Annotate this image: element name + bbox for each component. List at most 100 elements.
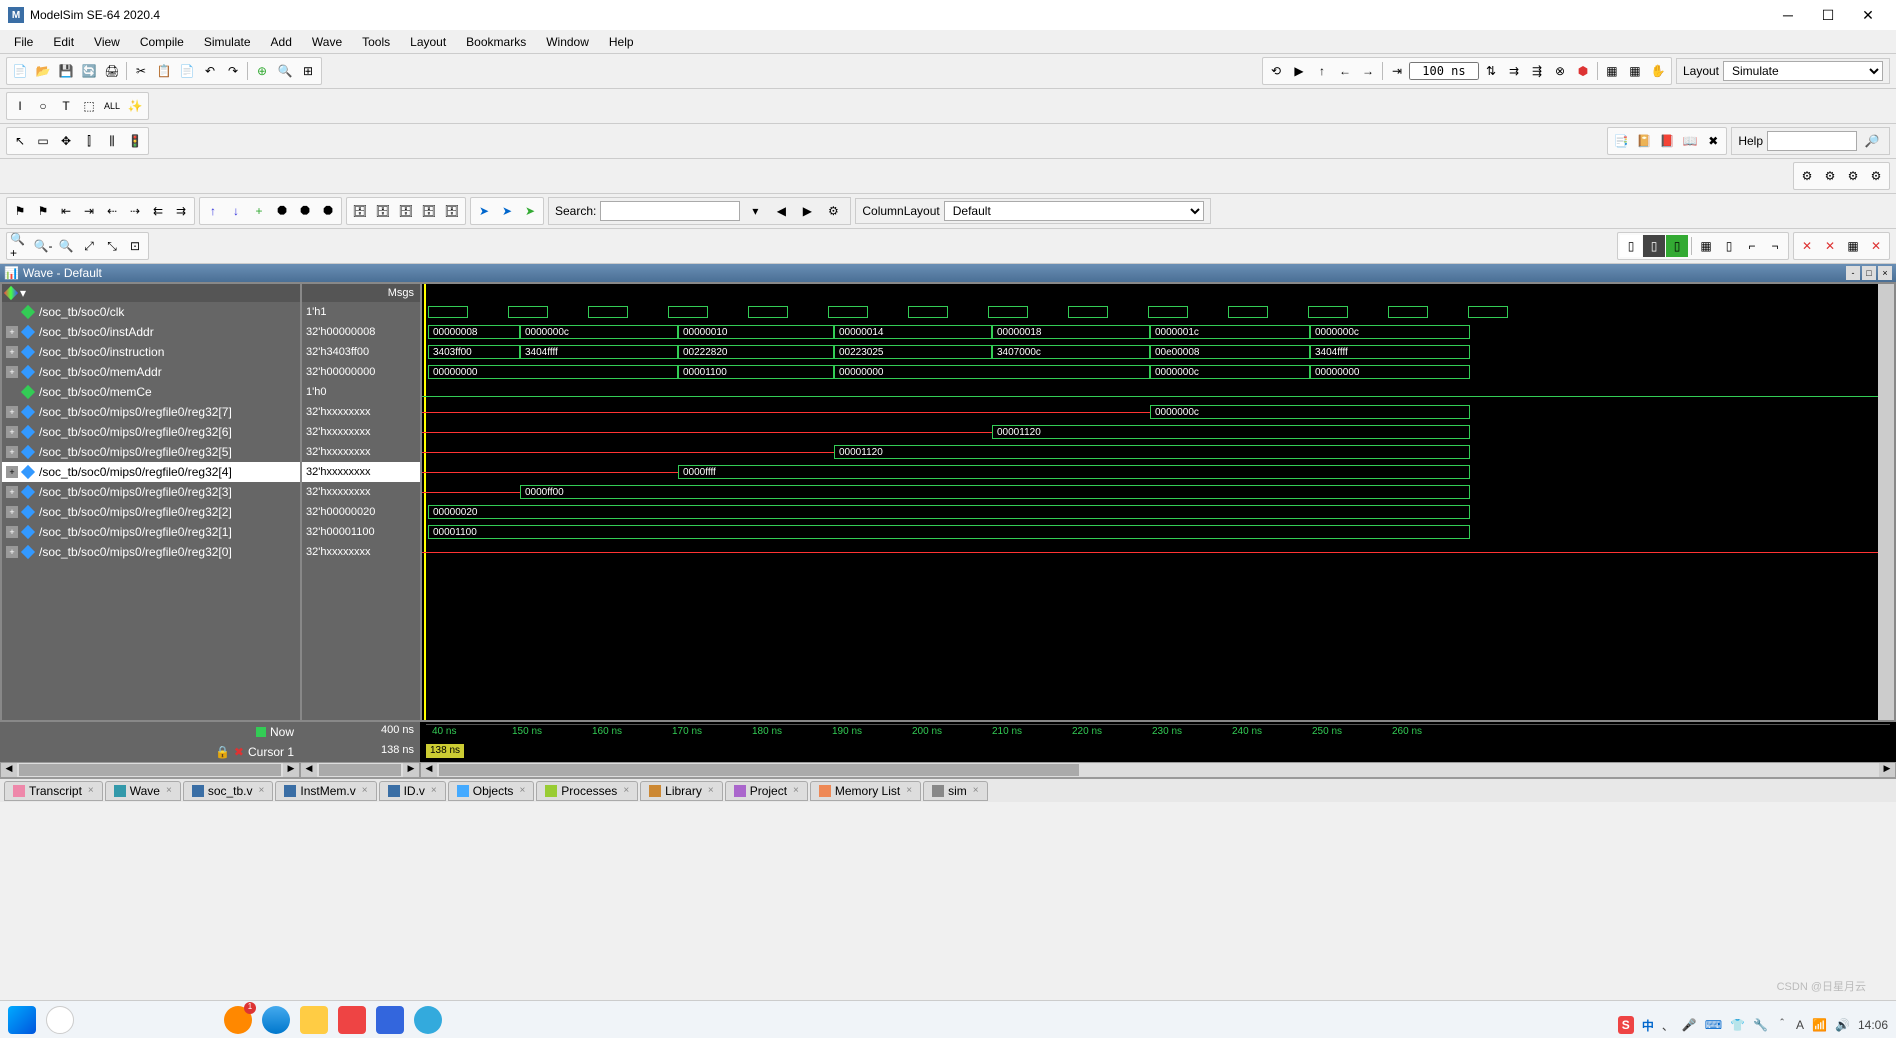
circle-icon[interactable]: ○ [32, 95, 54, 117]
help-input[interactable] [1767, 131, 1857, 151]
task-app2-icon[interactable] [338, 1006, 366, 1034]
menu-tools[interactable]: Tools [352, 33, 400, 51]
folder-icon[interactable] [300, 1006, 328, 1034]
signal-row[interactable]: +/soc_tb/soc0/mips0/regfile0/reg32[4] [2, 462, 300, 482]
mark1-icon[interactable]: ⯃ [271, 200, 293, 222]
tab-transcript[interactable]: Transcript× [4, 781, 103, 801]
expand-icon[interactable]: + [6, 466, 18, 478]
right-edge-icon[interactable]: ⇥ [78, 200, 100, 222]
signal-row[interactable]: /soc_tb/soc0/clk [2, 302, 300, 322]
tray-kb-icon[interactable]: ⌨ [1705, 1018, 1722, 1032]
window1-button[interactable]: ▦ [1601, 60, 1623, 82]
tab-close-icon[interactable]: × [973, 785, 979, 796]
b2-icon[interactable]: ➤ [496, 200, 518, 222]
close-button[interactable]: ✕ [1848, 3, 1888, 27]
sig-hscroll[interactable]: ◀▶ [0, 762, 300, 778]
step-spinner[interactable]: ⇅ [1480, 60, 1502, 82]
tab-close-icon[interactable]: × [623, 785, 629, 796]
expand-icon[interactable]: + [6, 506, 18, 518]
tab-sim[interactable]: sim× [923, 781, 988, 801]
bookmark2-icon[interactable]: 📔 [1633, 130, 1655, 152]
next-edge-icon[interactable]: ⇢ [124, 200, 146, 222]
stop-button[interactable]: ⬢ [1572, 60, 1594, 82]
wave-min-button[interactable]: - [1846, 266, 1860, 280]
b1-icon[interactable]: ➤ [473, 200, 495, 222]
zoom-fit-icon[interactable]: ⊡ [124, 235, 146, 257]
db1-icon[interactable]: 🗄 [349, 200, 371, 222]
wand-icon[interactable]: ✨ [124, 95, 146, 117]
menu-help[interactable]: Help [599, 33, 644, 51]
select-rect-icon[interactable]: ▭ [32, 130, 54, 152]
tray-tool-icon[interactable]: 🔧 [1753, 1018, 1768, 1032]
text-icon[interactable]: T [55, 95, 77, 117]
continue-button[interactable]: ⇶ [1526, 60, 1548, 82]
expand-icon[interactable]: + [6, 486, 18, 498]
tab-close-icon[interactable]: × [259, 785, 265, 796]
task-app1-icon[interactable]: 1 [224, 1006, 252, 1034]
signal-row[interactable]: +/soc_tb/soc0/mips0/regfile0/reg32[2] [2, 502, 300, 522]
menu-wave[interactable]: Wave [302, 33, 352, 51]
hbar-icon[interactable]: ⫼ [101, 130, 123, 152]
expand-icon[interactable]: + [6, 346, 18, 358]
tab-wave[interactable]: Wave× [105, 781, 181, 801]
tray-mic-icon[interactable]: 🎤 [1682, 1018, 1697, 1032]
new-button[interactable]: 📄 [9, 60, 31, 82]
tab-close-icon[interactable]: × [431, 785, 437, 796]
expand-icon[interactable]: + [6, 366, 18, 378]
zoom-cursor-icon[interactable]: ⤡ [101, 235, 123, 257]
menu-layout[interactable]: Layout [400, 33, 456, 51]
x2-icon[interactable]: ✕ [1819, 235, 1841, 257]
msgs-hscroll[interactable]: ◀▶ [300, 762, 420, 778]
cursor-del-icon[interactable]: ✖ [234, 745, 244, 759]
step-back-button[interactable]: ← [1334, 60, 1356, 82]
left-edge-icon[interactable]: ⇤ [55, 200, 77, 222]
grid5-icon[interactable]: ▯ [1718, 235, 1740, 257]
cursor-ruler[interactable]: 138 ns [420, 742, 1896, 762]
expand-icon[interactable]: + [6, 326, 18, 338]
b3-icon[interactable]: ➤ [519, 200, 541, 222]
search-opt-icon[interactable]: ⚙ [822, 200, 844, 222]
pointer-icon[interactable]: ↖ [9, 130, 31, 152]
step-into-button[interactable]: ⇥ [1386, 60, 1408, 82]
mark2-icon[interactable]: ⯃ [294, 200, 316, 222]
tab-close-icon[interactable]: × [88, 785, 94, 796]
break-button[interactable]: ⊗ [1549, 60, 1571, 82]
expand-icon[interactable]: + [6, 546, 18, 558]
redo-button[interactable]: ↷ [222, 60, 244, 82]
tray-a-icon[interactable]: A [1796, 1018, 1804, 1032]
grid2-icon[interactable]: ▯ [1643, 235, 1665, 257]
gear1-icon[interactable]: ⚙ [1796, 165, 1818, 187]
x4-icon[interactable]: ✕ [1865, 235, 1887, 257]
signal-row[interactable]: +/soc_tb/soc0/mips0/regfile0/reg32[5] [2, 442, 300, 462]
prev-edge-icon[interactable]: ⇠ [101, 200, 123, 222]
menu-bookmarks[interactable]: Bookmarks [456, 33, 536, 51]
layout-select[interactable]: Simulate [1723, 61, 1883, 81]
tab-project[interactable]: Project× [725, 781, 808, 801]
x1-icon[interactable]: ✕ [1796, 235, 1818, 257]
maximize-button[interactable]: ☐ [1808, 3, 1848, 27]
signal-row[interactable]: +/soc_tb/soc0/mips0/regfile0/reg32[6] [2, 422, 300, 442]
print-button[interactable]: 🖨 [101, 60, 123, 82]
grid7-icon[interactable]: ¬ [1764, 235, 1786, 257]
tab-close-icon[interactable]: × [362, 785, 368, 796]
db2-icon[interactable]: 🗄 [372, 200, 394, 222]
bookmark-del-icon[interactable]: ✖ [1702, 130, 1724, 152]
last-icon[interactable]: ⇉ [170, 200, 192, 222]
signal-row[interactable]: +/soc_tb/soc0/instruction [2, 342, 300, 362]
signal-row[interactable]: +/soc_tb/soc0/memAddr [2, 362, 300, 382]
grid3-icon[interactable]: ▯ [1666, 235, 1688, 257]
tab-memorylist[interactable]: Memory List× [810, 781, 921, 801]
tree-button[interactable]: ⊞ [297, 60, 319, 82]
zoom-full-icon[interactable]: 🔍 [55, 235, 77, 257]
all-button[interactable]: ALL [101, 95, 123, 117]
task-app3-icon[interactable] [376, 1006, 404, 1034]
wave-max-button[interactable]: □ [1862, 266, 1876, 280]
menu-add[interactable]: Add [261, 33, 302, 51]
task-app4-icon[interactable] [414, 1006, 442, 1034]
signal-row[interactable]: +/soc_tb/soc0/instAddr [2, 322, 300, 342]
search-input[interactable] [600, 201, 740, 221]
vbar-icon[interactable]: ⫿ [78, 130, 100, 152]
run-all-button[interactable]: ⇉ [1503, 60, 1525, 82]
signal-row[interactable]: +/soc_tb/soc0/mips0/regfile0/reg32[1] [2, 522, 300, 542]
paste-button[interactable]: 📄 [176, 60, 198, 82]
